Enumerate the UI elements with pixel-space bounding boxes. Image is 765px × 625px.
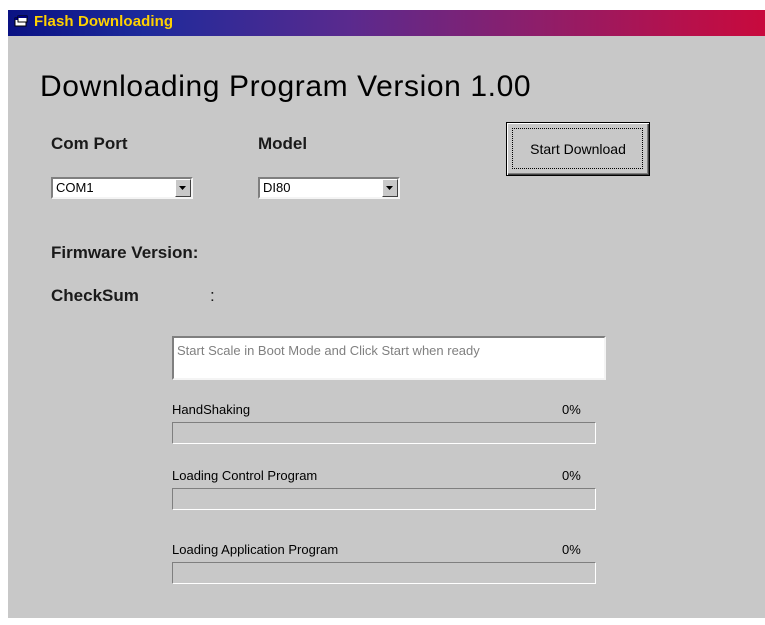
control-program-progress-bar <box>172 488 596 510</box>
model-label: Model <box>258 134 308 153</box>
start-download-label: Start Download <box>530 141 626 157</box>
model-dropdown-button[interactable] <box>382 179 398 197</box>
checksum-label: CheckSum <box>51 286 139 305</box>
handshaking-label: HandShaking <box>172 402 251 417</box>
com-port-value: COM1 <box>56 180 94 195</box>
handshaking-percent: 0% <box>562 402 581 417</box>
application-program-progress-bar <box>172 562 596 584</box>
handshaking-progress-bar <box>172 422 596 444</box>
control-program-percent: 0% <box>562 468 581 483</box>
com-port-label: Com Port <box>51 134 128 153</box>
flash-downloading-window: Flash Downloading Downloading Program Ve… <box>8 10 765 618</box>
com-port-select[interactable]: COM1 <box>51 177 193 199</box>
chevron-down-icon <box>386 186 393 190</box>
chevron-down-icon <box>179 186 186 190</box>
window-title: Flash Downloading <box>34 13 174 30</box>
app-window-icon <box>14 15 28 29</box>
model-value: DI80 <box>263 180 291 195</box>
application-program-label: Loading Application Program <box>172 542 339 557</box>
application-program-percent: 0% <box>562 542 581 557</box>
checksum-separator: : <box>210 286 215 305</box>
control-program-label: Loading Control Program <box>172 468 318 483</box>
firmware-version-label: Firmware Version: <box>51 243 199 262</box>
model-select[interactable]: DI80 <box>258 177 400 199</box>
com-port-dropdown-button[interactable] <box>175 179 191 197</box>
start-download-button[interactable]: Start Download <box>506 122 650 176</box>
status-message-box: Start Scale in Boot Mode and Click Start… <box>172 336 606 380</box>
page-title: Downloading Program Version 1.00 <box>40 70 532 103</box>
title-bar[interactable]: Flash Downloading <box>8 10 765 36</box>
status-message: Start Scale in Boot Mode and Click Start… <box>177 343 480 358</box>
